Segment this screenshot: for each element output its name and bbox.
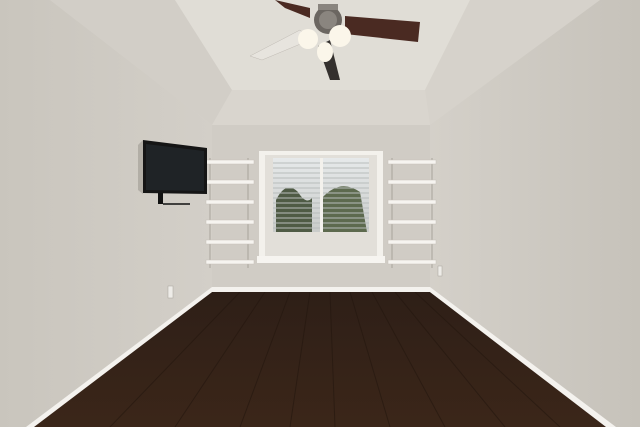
wall-outlet (167, 285, 174, 299)
room-photo (0, 0, 640, 427)
window-with-blinds (257, 151, 385, 263)
room-illustration (0, 0, 640, 427)
wall-outlet-right (437, 265, 443, 277)
